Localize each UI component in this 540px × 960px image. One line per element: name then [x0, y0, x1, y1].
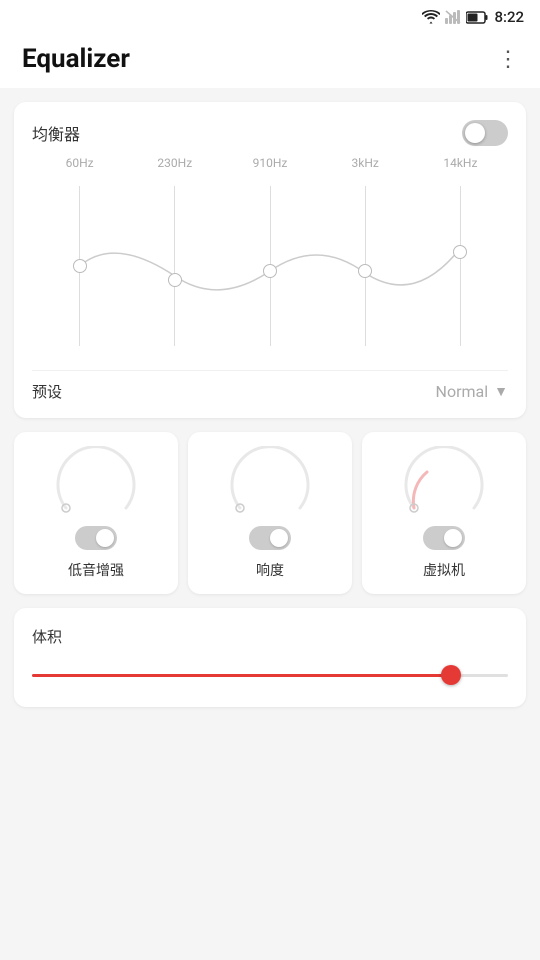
- freq-label-60hz: 60Hz: [32, 156, 127, 170]
- effect-card-virtualizer: 虚拟机: [362, 432, 526, 594]
- volume-title: 体积: [32, 626, 508, 647]
- eq-slider-thumb-910hz[interactable]: [263, 264, 277, 278]
- loudness-toggle-track: [249, 526, 291, 550]
- eq-card-header: 均衡器: [32, 120, 508, 146]
- eq-slider-col-910hz[interactable]: [222, 176, 317, 356]
- eq-slider-col-14khz[interactable]: [413, 176, 508, 356]
- loudness-knob-container: [225, 446, 315, 516]
- effects-row: 低音增强 响度: [14, 432, 526, 594]
- volume-slider[interactable]: [32, 665, 508, 685]
- eq-toggle[interactable]: [462, 120, 508, 146]
- eq-slider-col-3khz[interactable]: [318, 176, 413, 356]
- loudness-knob-svg: [225, 446, 315, 516]
- bass-knob-svg: [51, 446, 141, 516]
- signal-icon: [445, 10, 461, 24]
- preset-select[interactable]: Normal ▼: [436, 382, 508, 401]
- eq-slider-thumb-230hz[interactable]: [168, 273, 182, 287]
- eq-toggle-thumb: [465, 123, 485, 143]
- eq-title: 均衡器: [32, 121, 80, 145]
- wifi-icon: [422, 10, 440, 24]
- preset-label: 预设: [32, 381, 62, 402]
- eq-slider-thumb-60hz[interactable]: [73, 259, 87, 273]
- eq-freq-labels: 60Hz 230Hz 910Hz 3kHz 14kHz: [32, 156, 508, 170]
- main-content: 均衡器 60Hz 230Hz 910Hz 3kHz 14kHz: [0, 88, 540, 721]
- eq-slider-thumb-14khz[interactable]: [453, 245, 467, 259]
- virtualizer-knob-svg: [399, 446, 489, 516]
- bass-knob-container: [51, 446, 141, 516]
- virtualizer-label: 虚拟机: [423, 560, 465, 580]
- virtualizer-knob-container: [399, 446, 489, 516]
- eq-slider-tracks: [32, 176, 508, 356]
- eq-slider-col-60hz[interactable]: [32, 176, 127, 356]
- virtualizer-toggle-thumb: [444, 529, 462, 547]
- eq-slider-line-14khz: [460, 186, 461, 346]
- freq-label-230hz: 230Hz: [127, 156, 222, 170]
- app-header: Equalizer ⋮: [0, 30, 540, 88]
- preset-arrow-icon: ▼: [494, 383, 508, 400]
- virtualizer-toggle-track: [423, 526, 465, 550]
- status-time: 8:22: [494, 8, 524, 26]
- battery-icon: [466, 11, 488, 24]
- eq-sliders-container: [32, 176, 508, 356]
- bass-toggle-track: [75, 526, 117, 550]
- eq-slider-col-230hz[interactable]: [127, 176, 222, 356]
- bass-toggle-thumb: [96, 529, 114, 547]
- more-options-button[interactable]: ⋮: [497, 47, 520, 72]
- virtualizer-toggle[interactable]: [423, 526, 465, 550]
- eq-slider-thumb-3khz[interactable]: [358, 264, 372, 278]
- freq-label-910hz: 910Hz: [222, 156, 317, 170]
- freq-label-3khz: 3kHz: [318, 156, 413, 170]
- effect-card-loudness: 响度: [188, 432, 352, 594]
- bass-toggle[interactable]: [75, 526, 117, 550]
- volume-section: 体积: [14, 608, 526, 707]
- freq-label-14khz: 14kHz: [413, 156, 508, 170]
- eq-slider-line-230hz: [174, 186, 175, 346]
- preset-value: Normal: [436, 382, 489, 401]
- loudness-label: 响度: [256, 560, 284, 580]
- bass-boost-label: 低音增强: [68, 560, 124, 580]
- equalizer-card: 均衡器 60Hz 230Hz 910Hz 3kHz 14kHz: [14, 102, 526, 418]
- volume-fill: [32, 674, 451, 677]
- loudness-toggle[interactable]: [249, 526, 291, 550]
- effect-card-bass: 低音增强: [14, 432, 178, 594]
- page-title: Equalizer: [22, 44, 130, 74]
- status-bar: 8:22: [0, 0, 540, 30]
- preset-row: 预设 Normal ▼: [32, 370, 508, 402]
- loudness-toggle-thumb: [270, 529, 288, 547]
- status-icons: [422, 10, 488, 24]
- volume-thumb[interactable]: [441, 665, 461, 685]
